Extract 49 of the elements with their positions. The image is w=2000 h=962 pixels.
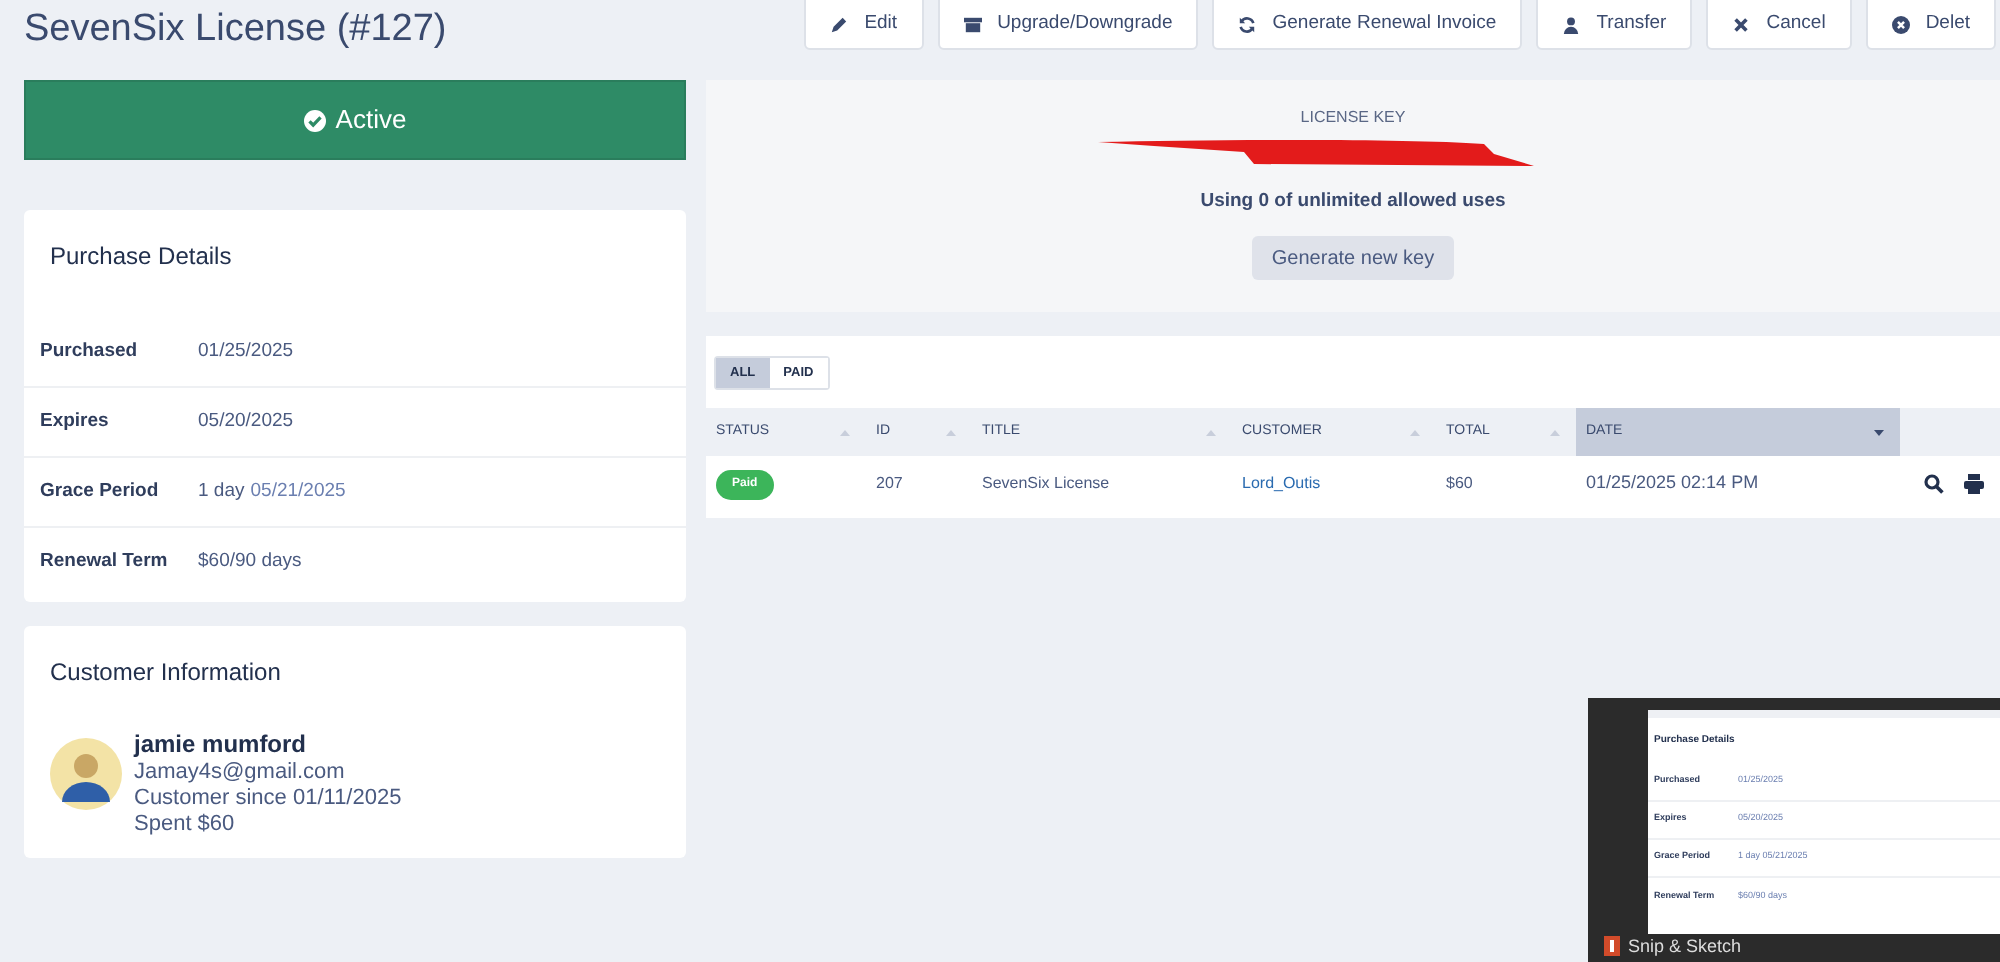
customer-spent: Spent $60 (134, 812, 237, 838)
table-cell: 207 (876, 474, 903, 492)
circle-x-icon (1891, 16, 1910, 34)
detail-label: Grace Period (40, 477, 161, 506)
table-cell: 01/25/2025 02:14 PM (1586, 472, 1759, 493)
customer-link[interactable]: Lord_Outis (1242, 474, 1321, 492)
status-banner: Active (24, 80, 686, 160)
archive-box-icon (963, 16, 982, 34)
printer-icon[interactable] (1964, 474, 1984, 494)
detail-date: 05/21/2025 (250, 477, 346, 506)
card-title: Customer Information (50, 656, 283, 690)
sort-up-icon (946, 429, 956, 435)
sort-up-icon (1206, 429, 1216, 435)
table-cell: $60 (1446, 474, 1473, 492)
detail-label: Renewal Term (40, 548, 170, 577)
sort-up-icon (1410, 429, 1420, 435)
usage-text: Using 0 of unlimited allowed uses (1200, 188, 1506, 216)
generate-key-button[interactable]: Generate new key (1251, 236, 1455, 281)
app-name: Snip & Sketch (1628, 936, 1742, 956)
action-button[interactable]: Generate Renewal Invoice (1212, 0, 1523, 50)
action-button[interactable]: Delet (1865, 0, 1996, 50)
detail-value: 01/25/2025 (198, 337, 294, 366)
sort-up-icon (840, 429, 850, 435)
check-circle-icon (303, 109, 326, 131)
action-button[interactable]: Edit (804, 0, 924, 50)
action-button[interactable]: Upgrade/Downgrade (937, 0, 1199, 50)
app-icon (1604, 936, 1620, 956)
search-icon[interactable] (1924, 474, 1944, 494)
detail-label: Purchased (40, 337, 140, 366)
detail-value: 1 day (198, 477, 245, 506)
page-title: SevenSix License (#127) (24, 6, 447, 54)
close-icon (1732, 16, 1751, 34)
customer-since: Customer since 01/11/2025 (134, 786, 402, 812)
license-key-heading: LICENSE KEY (1300, 106, 1406, 130)
table-cell: SevenSix License (982, 474, 1110, 492)
sort-down-icon (1874, 429, 1884, 435)
person-icon (1562, 16, 1581, 34)
card-title: Purchase Details (48, 240, 234, 274)
detail-label: Expires (40, 407, 111, 436)
detail-value: $60/90 days (198, 548, 302, 577)
customer-email: Jamay4s@gmail.com (134, 760, 347, 786)
refresh-icon (1238, 16, 1257, 34)
pencil-icon (830, 16, 849, 34)
sort-up-icon (1550, 429, 1560, 435)
action-button[interactable]: Cancel (1706, 0, 1852, 50)
action-button[interactable]: Transfer (1536, 0, 1693, 50)
customer-name: jamie mumford (134, 728, 309, 760)
detail-value: 05/20/2025 (198, 407, 294, 436)
avatar-icon (50, 738, 122, 810)
